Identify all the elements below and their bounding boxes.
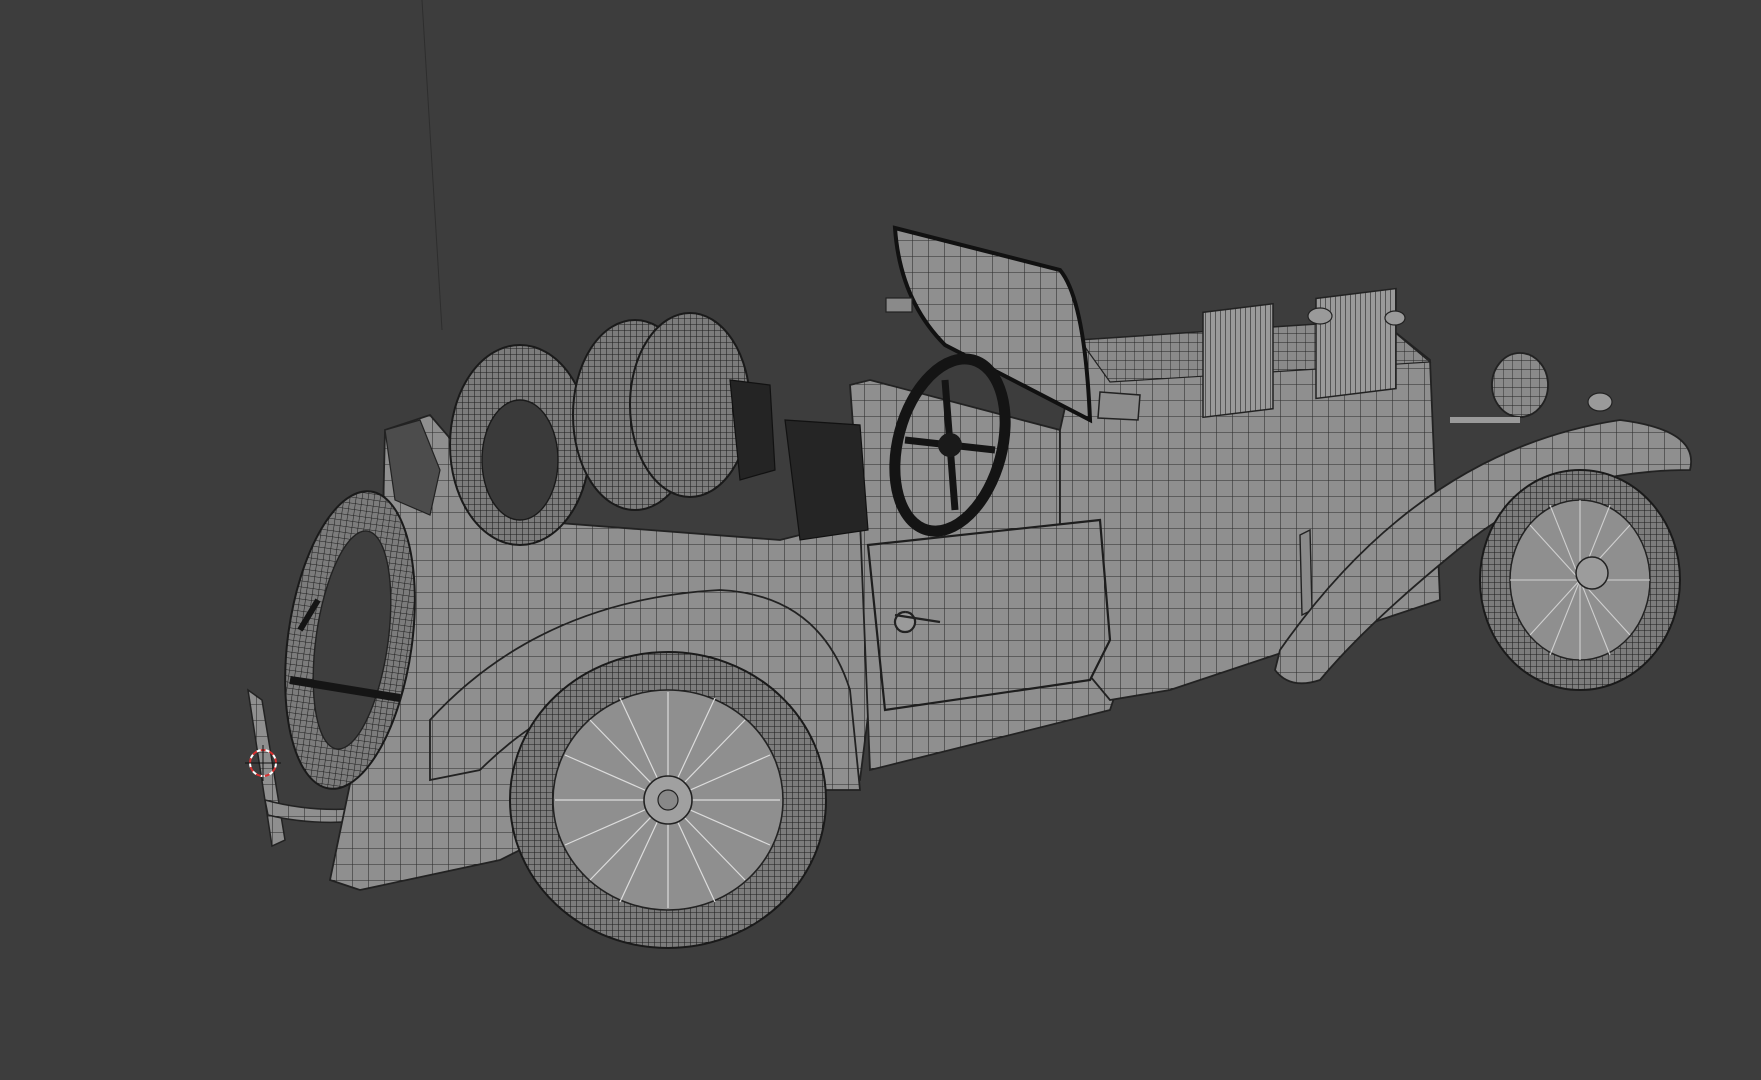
headlamp[interactable]: [1450, 352, 1549, 423]
seats: [729, 379, 869, 541]
front-crank: [1299, 528, 1313, 617]
front-wheel[interactable]: [1479, 469, 1681, 691]
side-mirror: [1097, 391, 1141, 421]
3d-cursor-icon[interactable]: [245, 745, 281, 781]
3d-viewport[interactable]: [0, 0, 1761, 1080]
background-guide-line: [421, 0, 443, 331]
hood-louvre-right: [1315, 287, 1397, 400]
rear-wheel[interactable]: [509, 651, 827, 949]
spare-tires[interactable]: [449, 312, 751, 546]
viewport-canvas[interactable]: [0, 0, 1761, 1080]
hood-louvre-left: [1202, 302, 1274, 419]
